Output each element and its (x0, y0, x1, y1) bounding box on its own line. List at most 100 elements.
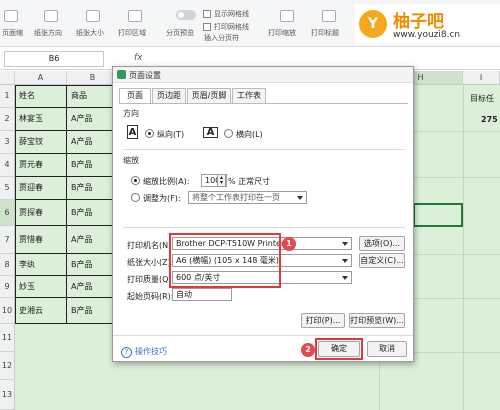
wps-app-icon (117, 70, 126, 79)
fit-to-select-value: 将整个工作表打印在一页 (192, 193, 280, 202)
toolbar-item-6[interactable]: 打印缩放 (268, 28, 296, 38)
tab-header-footer[interactable]: 页眉/页脚 (187, 88, 231, 103)
name-box[interactable]: B6 (4, 51, 104, 67)
gridline (413, 298, 500, 299)
divider (123, 227, 405, 228)
row-header-7[interactable]: 7 (0, 226, 15, 254)
row-header-3[interactable]: 3 (0, 131, 15, 154)
row-header-1[interactable]: 1 (0, 85, 15, 108)
tab-margins[interactable]: 页边距 (152, 88, 186, 103)
fit-to-radio[interactable] (131, 193, 140, 202)
custom-size-button[interactable]: 自定义(C)... (359, 253, 405, 268)
cell-name[interactable]: 史湘云 (15, 298, 67, 324)
gridline (413, 352, 500, 353)
options-button[interactable]: 选项(O)... (359, 236, 405, 251)
column-header-i[interactable]: I (463, 71, 500, 85)
orientation-icon[interactable] (44, 10, 58, 22)
annotation-highlight-box (169, 233, 281, 288)
annotation-badge-2: 2 (301, 343, 315, 357)
fit-to-select[interactable]: 将整个工作表打印在一页 (188, 191, 307, 204)
print-quality-label: 打印质量(Q): (127, 275, 175, 284)
row-header-8[interactable]: 8 (0, 254, 15, 276)
row-header-6[interactable]: 6 (0, 200, 15, 226)
print-gridlines-label: 打印网格线 (214, 23, 249, 31)
row-header-2[interactable]: 2 (0, 108, 15, 131)
portrait-radio[interactable] (145, 129, 154, 138)
toolbar-item-1[interactable]: 纸张方向 (34, 28, 62, 38)
scale-ratio-label: 缩放比例(A): (143, 177, 190, 186)
scale-spinner[interactable]: ▴ ▾ (217, 174, 226, 187)
cell-name[interactable]: 贾探春 (15, 200, 67, 226)
print-button[interactable]: 打印(P)... (301, 313, 345, 328)
cell-name[interactable]: 李纨 (15, 254, 67, 276)
landscape-label: 横向(L) (236, 130, 263, 139)
portrait-page-icon: A (127, 125, 138, 139)
row-header-5[interactable]: 5 (0, 177, 15, 200)
row-header-10[interactable]: 10 (0, 298, 15, 324)
tips-link[interactable]: 操作技巧 (121, 346, 167, 358)
landscape-page-icon: A (203, 127, 218, 138)
cell-name[interactable]: 林宴玉 (15, 108, 67, 131)
dialog-title: 页面设置 (129, 71, 161, 80)
gridline (413, 131, 500, 132)
annotation-badge-1: 1 (282, 237, 296, 251)
gridline (413, 254, 500, 255)
cell-name[interactable]: 贾惜春 (15, 226, 67, 254)
scale-unit-label: % 正常尺寸 (228, 177, 271, 186)
page-break-preview-toggle[interactable] (176, 10, 196, 20)
toolbar-item-4[interactable]: 分页预览 (166, 28, 194, 38)
row-header-11[interactable]: 11 (0, 324, 15, 352)
print-titles-icon[interactable] (322, 10, 336, 22)
target-value: 275 (481, 115, 498, 124)
toolbar-item-2[interactable]: 纸张大小 (76, 28, 104, 38)
youzi-logo-icon: Y (359, 10, 387, 38)
tab-page[interactable]: 页面 (119, 88, 151, 104)
print-area-icon[interactable] (128, 10, 142, 22)
print-preview-button[interactable]: 打印预览(W)... (349, 313, 405, 328)
paper-size-icon[interactable] (86, 10, 100, 22)
printer-label: 打印机名(N): (127, 241, 174, 250)
dialog-titlebar: 页面设置 (113, 67, 413, 83)
toolbar-item-7[interactable]: 打印标题 (311, 28, 339, 38)
gridline (463, 85, 464, 410)
page-setup-dialog: 页面设置 页面 页边距 页眉/页脚 工作表 方向 A 纵向(T) A 横向(L)… (112, 66, 414, 362)
row-header-13[interactable]: 13 (0, 380, 15, 410)
site-watermark: Y 柚子吧 www.youzi8.cn (355, 4, 500, 44)
gridline (413, 177, 500, 178)
first-page-input[interactable]: 自动 (172, 288, 232, 301)
cell-name-header[interactable]: 姓名 (15, 85, 67, 108)
scaling-section-label: 缩放 (123, 156, 139, 165)
row-header-4[interactable]: 4 (0, 154, 15, 177)
cell-name[interactable]: 薛宝钗 (15, 131, 67, 154)
show-gridlines-checkbox[interactable] (203, 10, 211, 18)
cell-name[interactable]: 贾迎春 (15, 177, 67, 200)
toolbar-item-5[interactable]: 插入分页符 (204, 33, 239, 43)
cell-name[interactable]: 贾元春 (15, 154, 67, 177)
cell-name[interactable]: 妙玉 (15, 276, 67, 298)
scale-ratio-radio[interactable] (131, 176, 140, 185)
column-header-a[interactable]: A (15, 71, 67, 85)
watermark-url: www.youzi8.cn (393, 30, 461, 40)
page-zoom-icon[interactable] (4, 10, 18, 22)
toolbar-item-3[interactable]: 打印区域 (118, 28, 146, 38)
row-header-12[interactable]: 12 (0, 352, 15, 380)
fit-to-label: 调整为(F): (143, 194, 181, 203)
cancel-button[interactable]: 取消 (367, 341, 407, 357)
print-gridlines-checkbox[interactable] (203, 23, 211, 31)
tab-sheet[interactable]: 工作表 (232, 88, 266, 103)
paper-size-label: 纸张大小(Z): (127, 258, 174, 267)
landscape-radio[interactable] (224, 129, 233, 138)
selected-cell-outline (413, 203, 463, 227)
annotation-highlight-ok (315, 338, 363, 360)
fx-icon[interactable]: fx (134, 53, 143, 63)
show-gridlines-label: 显示网格线 (214, 10, 249, 18)
print-scale-icon[interactable] (280, 10, 294, 22)
orientation-section-label: 方向 (123, 109, 139, 118)
portrait-label: 纵向(T) (157, 130, 185, 139)
corner-select-all[interactable] (0, 71, 15, 85)
divider (113, 335, 413, 336)
divider (123, 149, 405, 150)
watermark-title: 柚子吧 (393, 12, 444, 32)
row-header-9[interactable]: 9 (0, 276, 15, 298)
toolbar-item-0[interactable]: 页面缩 (2, 28, 23, 38)
